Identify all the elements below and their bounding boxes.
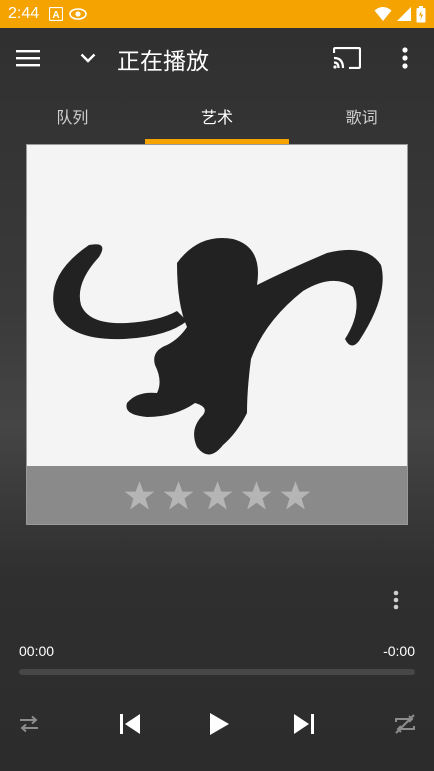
tab-art[interactable]: 艺术 [144,88,290,144]
chevron-down-icon [80,53,96,63]
cast-button[interactable] [329,40,365,76]
play-icon [210,713,229,735]
eye-notification-icon [69,8,87,20]
star-1-icon[interactable] [124,480,155,511]
svg-text:A: A [53,10,60,21]
tab-bar: 队列 艺术 歌词 [0,88,434,144]
play-button[interactable] [195,700,243,748]
more-vert-icon [393,590,399,610]
shuffle-icon [20,715,38,733]
star-3-icon[interactable] [202,480,233,511]
track-options-button[interactable] [384,588,408,612]
status-time: 2:44 [8,5,40,22]
battery-icon [416,5,426,22]
tab-lyrics[interactable]: 歌词 [289,88,434,144]
a-notification-icon: A [49,7,64,21]
remaining-time: -0:00 [383,643,415,659]
time-row: 00:00 -0:00 [19,643,415,661]
rating-bar [27,466,407,524]
status-bar: 2:44 A [0,0,434,28]
star-4-icon[interactable] [241,480,272,511]
more-options-button[interactable] [387,40,423,76]
elapsed-time: 00:00 [19,643,55,659]
repeat-off-icon [395,714,415,734]
star-5-icon[interactable] [280,480,311,511]
shuffle-button[interactable] [5,700,53,748]
menu-button[interactable] [10,40,46,76]
previous-button[interactable] [106,700,154,748]
playback-controls [0,700,434,748]
repeat-button[interactable] [381,700,429,748]
page-title: 正在播放 [117,49,209,75]
next-icon [294,714,314,734]
toolbar: 正在播放 [0,28,434,88]
cast-icon [333,47,361,69]
more-vert-icon [402,47,408,69]
monkey-silhouette-icon [53,238,383,455]
next-button[interactable] [280,700,328,748]
album-art[interactable] [26,144,408,525]
seek-bar[interactable] [19,669,415,675]
tab-queue[interactable]: 队列 [0,88,145,144]
collapse-button[interactable] [70,40,106,76]
wifi-icon [374,7,392,21]
star-2-icon[interactable] [163,480,194,511]
signal-icon [397,7,411,21]
previous-icon [120,714,140,734]
menu-icon [16,50,40,67]
